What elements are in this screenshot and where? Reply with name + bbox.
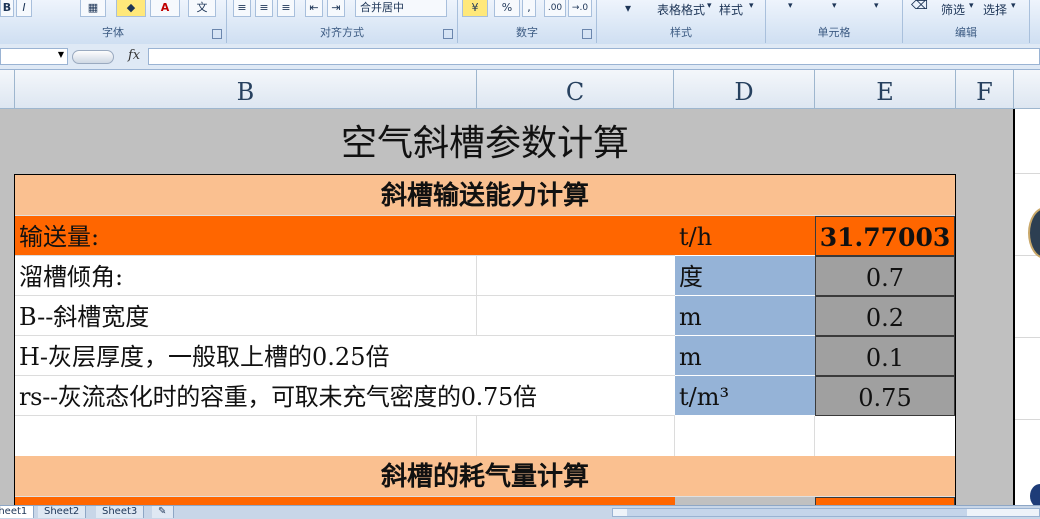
- row-value-ash-layer-thickness[interactable]: 0.1: [815, 336, 955, 376]
- bold-button[interactable]: B: [0, 0, 14, 17]
- select-button[interactable]: 选择: [983, 1, 1007, 18]
- filter-chevron-down-icon[interactable]: ▾: [969, 1, 974, 11]
- italic-button[interactable]: I: [16, 0, 32, 17]
- row-unit-ash-layer-thickness[interactable]: m: [675, 336, 815, 376]
- row-value-chute-width[interactable]: 0.2: [815, 296, 955, 336]
- cell-divider: [476, 256, 477, 295]
- horizontal-scrollbar[interactable]: [612, 508, 1040, 517]
- row-label-fluidized-density[interactable]: rs--灰流态化时的容重，可取未充气密度的0.75倍: [15, 376, 675, 416]
- number-launcher-icon[interactable]: [582, 29, 592, 39]
- sheet-title[interactable]: 空气斜槽参数计算: [14, 117, 956, 171]
- worksheet-grid[interactable]: 空气斜槽参数计算 斜槽输送能力计算 输送量: t/h 31.77003 溜槽倾角…: [0, 109, 1040, 514]
- cell-divider: [674, 416, 675, 456]
- currency-button[interactable]: ¥: [462, 0, 488, 17]
- row-value-slope-angle[interactable]: 0.7: [815, 256, 955, 296]
- decimal-increase-button[interactable]: .00: [544, 0, 566, 17]
- alignment-group-label: 对齐方式: [320, 26, 364, 39]
- table-format-chevron-down-icon[interactable]: ▾: [707, 1, 712, 11]
- grid-line: [1015, 173, 1040, 174]
- percent-button[interactable]: %: [494, 0, 520, 17]
- name-box[interactable]: ▼: [0, 48, 68, 65]
- row-label-slope-angle[interactable]: 溜槽倾角:: [15, 256, 675, 296]
- editing-group-label: 编辑: [955, 26, 977, 39]
- indent-button[interactable]: ⇤: [305, 0, 323, 17]
- ribbon-group-editing: ⌫ 筛选 ▾ 选择 ▾ 编辑: [903, 0, 1030, 43]
- cell-divider: [476, 416, 477, 456]
- row-label-ash-layer-thickness[interactable]: H-灰层厚度，一般取上槽的0.25倍: [15, 336, 675, 376]
- fill-color-button[interactable]: ◆: [116, 0, 146, 17]
- format-chevron-down-icon[interactable]: ▾: [874, 1, 879, 11]
- delete-chevron-down-icon[interactable]: ▾: [832, 1, 837, 11]
- number-group-label: 数字: [516, 26, 538, 39]
- insert-chevron-down-icon[interactable]: ▾: [788, 1, 793, 11]
- align-center-button[interactable]: ≡: [255, 0, 273, 17]
- row-label-slope-angle-text: 溜槽倾角:: [19, 263, 124, 291]
- section-header-conveying-capacity[interactable]: 斜槽输送能力计算: [15, 175, 955, 216]
- insert-function-icon[interactable]: fx: [128, 48, 140, 63]
- sheet-tabs-bar: Sheet1 Sheet2 Sheet3 ✎: [0, 505, 1040, 519]
- cell-divider: [476, 296, 477, 335]
- empty-row[interactable]: [15, 416, 955, 456]
- select-chevron-down-icon[interactable]: ▾: [1011, 1, 1016, 11]
- worksheet-right-area[interactable]: [1013, 109, 1040, 505]
- row-label-chute-width-text: B--斜槽宽度: [19, 303, 150, 331]
- ribbon-group-alignment: ≡ ≡ ≡ ⇤ ⇥ 合并居中 对齐方式: [227, 0, 458, 43]
- cells-group-label: 单元格: [817, 26, 851, 39]
- align-right-button[interactable]: ≡: [277, 0, 295, 17]
- calc-table: 斜槽输送能力计算 输送量: t/h 31.77003 溜槽倾角: 度 0.7 B…: [14, 174, 956, 514]
- ribbon-group-cells: ▾ ▾ ▾ 单元格: [766, 0, 903, 43]
- font-color-button[interactable]: A: [150, 0, 180, 17]
- cell-divider: [814, 416, 815, 456]
- row-unit-throughput[interactable]: t/h: [675, 216, 815, 256]
- column-header-d[interactable]: D: [674, 70, 815, 108]
- font-launcher-icon[interactable]: [212, 29, 222, 39]
- column-header-b[interactable]: B: [15, 70, 477, 108]
- styles-group-label: 样式: [670, 26, 692, 39]
- column-header-e[interactable]: E: [815, 70, 956, 108]
- merge-center-button[interactable]: 合并居中: [355, 0, 447, 17]
- sheet-tab-2[interactable]: Sheet2: [38, 506, 87, 518]
- formula-input[interactable]: [148, 48, 1040, 65]
- grid-line: [1015, 419, 1040, 420]
- conditional-format-dropdown-icon[interactable]: ▾: [625, 1, 631, 15]
- decimal-decrease-button[interactable]: →.0: [568, 0, 592, 17]
- column-header-g[interactable]: [1014, 70, 1040, 108]
- filter-button[interactable]: 筛选: [941, 1, 965, 18]
- formula-bar: ▼ fx: [0, 44, 1040, 70]
- formula-bar-resize-handle[interactable]: [72, 50, 114, 64]
- alignment-launcher-icon[interactable]: [443, 29, 453, 39]
- comma-button[interactable]: ,: [522, 0, 536, 17]
- ribbon: B I ▦ ◆ A 文 字体 ≡ ≡ ≡ ⇤ ⇥ 合并居中 对齐方式 ¥ % ,…: [0, 0, 1040, 45]
- align-left-button[interactable]: ≡: [233, 0, 251, 17]
- sheet-tab-1[interactable]: Sheet1: [0, 506, 35, 518]
- ribbon-group-font: B I ▦ ◆ A 文 字体: [0, 0, 227, 43]
- row-value-throughput[interactable]: 31.77003: [815, 216, 955, 256]
- font-group-label: 字体: [102, 26, 124, 39]
- cell-style-chevron-down-icon[interactable]: ▾: [749, 1, 754, 11]
- border-button[interactable]: ▦: [80, 0, 106, 17]
- sheet-tab-3[interactable]: Sheet3: [96, 506, 145, 518]
- row-unit-chute-width[interactable]: m: [675, 296, 815, 336]
- column-header-partial[interactable]: [0, 70, 15, 108]
- ribbon-group-styles: ▾ 表格格式 ▾ 样式 ▾ 样式: [597, 0, 766, 43]
- table-format-button[interactable]: 表格格式: [657, 1, 705, 18]
- row-label-chute-width[interactable]: B--斜槽宽度: [15, 296, 675, 336]
- row-label-throughput[interactable]: 输送量:: [15, 216, 675, 256]
- ribbon-group-number: ¥ % , .00 →.0 数字: [458, 0, 597, 43]
- column-header-c[interactable]: C: [477, 70, 674, 108]
- clear-icon[interactable]: ⌫: [911, 0, 928, 12]
- phonetic-button[interactable]: 文: [188, 0, 216, 17]
- insert-sheet-icon[interactable]: ✎: [152, 506, 174, 518]
- cell-style-button[interactable]: 样式: [719, 1, 743, 18]
- column-headers: B C D E F: [0, 70, 1040, 109]
- section-header-air-consumption[interactable]: 斜槽的耗气量计算: [15, 456, 955, 497]
- column-header-f[interactable]: F: [956, 70, 1014, 108]
- name-box-chevron-down-icon[interactable]: ▼: [58, 50, 64, 59]
- horizontal-scrollbar-thumb[interactable]: [627, 509, 967, 516]
- grid-line: [1015, 337, 1040, 338]
- outdent-button[interactable]: ⇥: [327, 0, 345, 17]
- row-value-fluidized-density[interactable]: 0.75: [815, 376, 955, 416]
- row-unit-slope-angle[interactable]: 度: [675, 256, 815, 296]
- row-unit-fluidized-density[interactable]: t/m³: [675, 376, 815, 416]
